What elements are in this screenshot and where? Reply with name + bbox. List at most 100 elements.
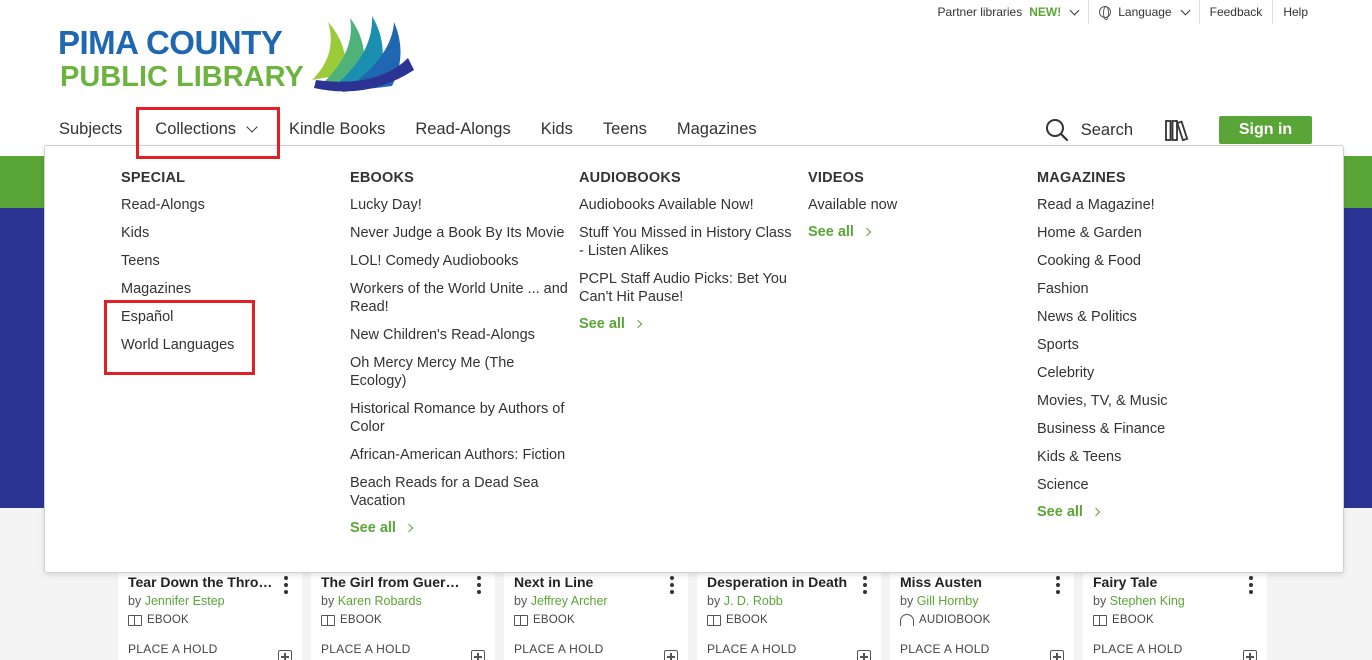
card-format: EBOOK [707,614,871,626]
collection-link[interactable]: African-American Authors: Fiction [350,446,570,464]
add-to-list-icon[interactable] [471,650,485,660]
add-to-list-icon[interactable] [1243,650,1257,660]
add-to-list-icon[interactable] [664,650,678,660]
title-card[interactable]: Fairy Tale by Stephen King EBOOK PLACE A… [1083,566,1267,660]
partner-libraries-label: Partner libraries [937,5,1023,19]
sign-in-button[interactable]: Sign in [1219,116,1312,144]
chevron-right-icon [862,227,872,237]
collection-link[interactable]: Science [1037,476,1257,494]
column-videos: VIDEOS Available now See all [808,170,1028,240]
more-options-icon[interactable] [1056,576,1060,594]
collection-link[interactable]: PCPL Staff Audio Picks: Bet You Can't Hi… [579,270,799,306]
column-heading: VIDEOS [808,170,864,186]
collection-link[interactable]: Read a Magazine! [1037,196,1257,214]
collection-link[interactable]: Teens [121,252,341,270]
card-title[interactable]: The Girl from Guernica [321,574,466,590]
collection-link[interactable]: Beach Reads for a Dead Sea Vacation [350,474,570,510]
headphones-icon [900,614,914,626]
search-button[interactable]: Search [1045,118,1133,142]
author-link[interactable]: J. D. Robb [724,594,783,608]
place-hold-button[interactable]: PLACE A HOLD [900,642,1064,656]
see-all-videos-link[interactable]: See all [808,224,1028,240]
collection-link[interactable]: News & Politics [1037,308,1257,326]
column-heading: SPECIAL [121,170,186,186]
add-to-list-icon[interactable] [278,650,292,660]
partner-libraries-menu[interactable]: Partner libraries NEW! [928,0,1089,24]
card-title[interactable]: Fairy Tale [1093,574,1238,590]
add-to-list-icon[interactable] [1050,650,1064,660]
place-hold-button[interactable]: PLACE A HOLD [128,642,292,656]
collection-link[interactable]: Business & Finance [1037,420,1257,438]
collection-link[interactable]: Home & Garden [1037,224,1257,242]
collection-link[interactable]: Never Judge a Book By Its Movie [350,224,570,242]
author-link[interactable]: Stephen King [1110,594,1185,608]
collection-link[interactable]: Cooking & Food [1037,252,1257,270]
nav-kids[interactable]: Kids [526,110,588,148]
add-to-list-icon[interactable] [857,650,871,660]
more-options-icon[interactable] [477,576,481,594]
see-all-audiobooks-link[interactable]: See all [579,316,799,332]
collection-link[interactable]: New Children's Read-Alongs [350,326,570,344]
collection-link[interactable]: LOL! Comedy Audiobooks [350,252,570,270]
more-options-icon[interactable] [284,576,288,594]
collection-link[interactable]: Kids [121,224,341,242]
book-icon [1093,614,1107,626]
nav-subjects[interactable]: Subjects [44,110,137,148]
bookshelf-button[interactable] [1165,119,1191,141]
nav-actions: Search Sign in [1045,116,1312,144]
place-hold-button[interactable]: PLACE A HOLD [1093,642,1257,656]
collection-link[interactable]: Read-Alongs [121,196,341,214]
card-author: by Karen Robards [321,594,422,608]
more-options-icon[interactable] [670,576,674,594]
author-link[interactable]: Jennifer Estep [145,594,225,608]
nav-teens[interactable]: Teens [588,110,662,148]
collection-link[interactable]: Audiobooks Available Now! [579,196,799,214]
help-link[interactable]: Help [1272,0,1372,24]
more-options-icon[interactable] [1249,576,1253,594]
title-card[interactable]: Desperation in Death by J. D. Robb EBOOK… [697,566,881,660]
nav-read-alongs[interactable]: Read-Alongs [400,110,525,148]
card-title[interactable]: Tear Down the Throne [128,574,273,590]
card-title[interactable]: Desperation in Death [707,574,852,590]
collection-link[interactable]: Celebrity [1037,364,1257,382]
highlight-language-links [104,300,255,375]
author-link[interactable]: Gill Hornby [917,594,979,608]
card-author: by Stephen King [1093,594,1185,608]
see-all-magazines-link[interactable]: See all [1037,504,1257,520]
collection-link[interactable]: Magazines [121,280,341,298]
collection-link[interactable]: Oh Mercy Mercy Me (The Ecology) [350,354,570,390]
title-card[interactable]: The Girl from Guernica by Karen Robards … [311,566,495,660]
collection-link[interactable]: Movies, TV, & Music [1037,392,1257,410]
title-card[interactable]: Next in Line by Jeffrey Archer EBOOK PLA… [504,566,688,660]
column-heading: MAGAZINES [1037,170,1126,186]
title-card[interactable]: Tear Down the Throne by Jennifer Estep E… [118,566,302,660]
title-card[interactable]: Miss Austen by Gill Hornby AUDIOBOOK PLA… [890,566,1074,660]
nav-kindle-books[interactable]: Kindle Books [274,110,400,148]
collection-link[interactable]: Workers of the World Unite ... and Read! [350,280,570,316]
card-title[interactable]: Miss Austen [900,574,1045,590]
place-hold-button[interactable]: PLACE A HOLD [321,642,485,656]
card-title[interactable]: Next in Line [514,574,659,590]
collection-link[interactable]: Sports [1037,336,1257,354]
card-author: by Gill Hornby [900,594,979,608]
collection-link[interactable]: Lucky Day! [350,196,570,214]
column-heading: AUDIOBOOKS [579,170,681,186]
chevron-right-icon [404,523,414,533]
library-logo[interactable]: PIMA COUNTY PUBLIC LIBRARY [58,14,418,96]
collection-link[interactable]: Fashion [1037,280,1257,298]
highlight-collections [136,107,280,159]
collection-link[interactable]: Stuff You Missed in History Class - List… [579,224,799,260]
collection-link[interactable]: Kids & Teens [1037,448,1257,466]
more-options-icon[interactable] [863,576,867,594]
place-hold-button[interactable]: PLACE A HOLD [707,642,871,656]
collection-link[interactable]: Available now [808,196,1028,214]
language-menu[interactable]: Language [1088,0,1198,24]
feedback-link[interactable]: Feedback [1198,0,1273,24]
see-all-ebooks-link[interactable]: See all [350,520,570,536]
place-hold-button[interactable]: PLACE A HOLD [514,642,678,656]
author-link[interactable]: Jeffrey Archer [531,594,608,608]
nav-magazines[interactable]: Magazines [662,110,772,148]
author-link[interactable]: Karen Robards [338,594,422,608]
collection-link[interactable]: Historical Romance by Authors of Color [350,400,570,436]
logo-text-line1: PIMA COUNTY [58,24,283,61]
